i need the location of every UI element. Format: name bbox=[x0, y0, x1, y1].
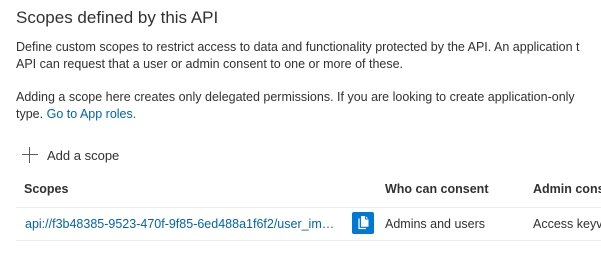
table-row: api://f3b48385-9523-470f-9f85-6ed488a1f6… bbox=[16, 208, 601, 241]
plus-icon bbox=[22, 147, 38, 163]
description-line-2: API can request that a user or admin con… bbox=[16, 57, 404, 71]
expose-api-page: Scopes defined by this API Define custom… bbox=[0, 0, 601, 261]
scope-link[interactable]: api://f3b48385-9523-470f-9f85-6ed488a1f6… bbox=[25, 217, 339, 231]
add-scope-label: Add a scope bbox=[47, 147, 120, 163]
info-line-2: type. Go to App roles. bbox=[16, 106, 575, 123]
copy-icon bbox=[358, 216, 369, 230]
who-can-consent-value: Admins and users bbox=[385, 217, 486, 231]
column-header-scopes[interactable]: Scopes bbox=[24, 182, 68, 196]
info-line-2-prefix: type. bbox=[16, 107, 44, 121]
scopes-description: Define custom scopes to restrict access … bbox=[16, 39, 580, 73]
go-to-app-roles-link[interactable]: Go to App roles. bbox=[47, 107, 137, 121]
scopes-info: Adding a scope here creates only delegat… bbox=[16, 89, 575, 123]
add-scope-button[interactable]: Add a scope bbox=[22, 144, 119, 166]
copy-to-clipboard-button[interactable] bbox=[352, 212, 374, 234]
description-line-1: Define custom scopes to restrict access … bbox=[16, 40, 580, 54]
info-line-1: Adding a scope here creates only delegat… bbox=[16, 90, 575, 104]
column-header-admin-consent[interactable]: Admin cons bbox=[533, 182, 601, 196]
column-header-who-can-consent[interactable]: Who can consent bbox=[385, 182, 488, 196]
section-title: Scopes defined by this API bbox=[16, 8, 219, 27]
admin-consent-value: Access keyv bbox=[533, 217, 601, 231]
